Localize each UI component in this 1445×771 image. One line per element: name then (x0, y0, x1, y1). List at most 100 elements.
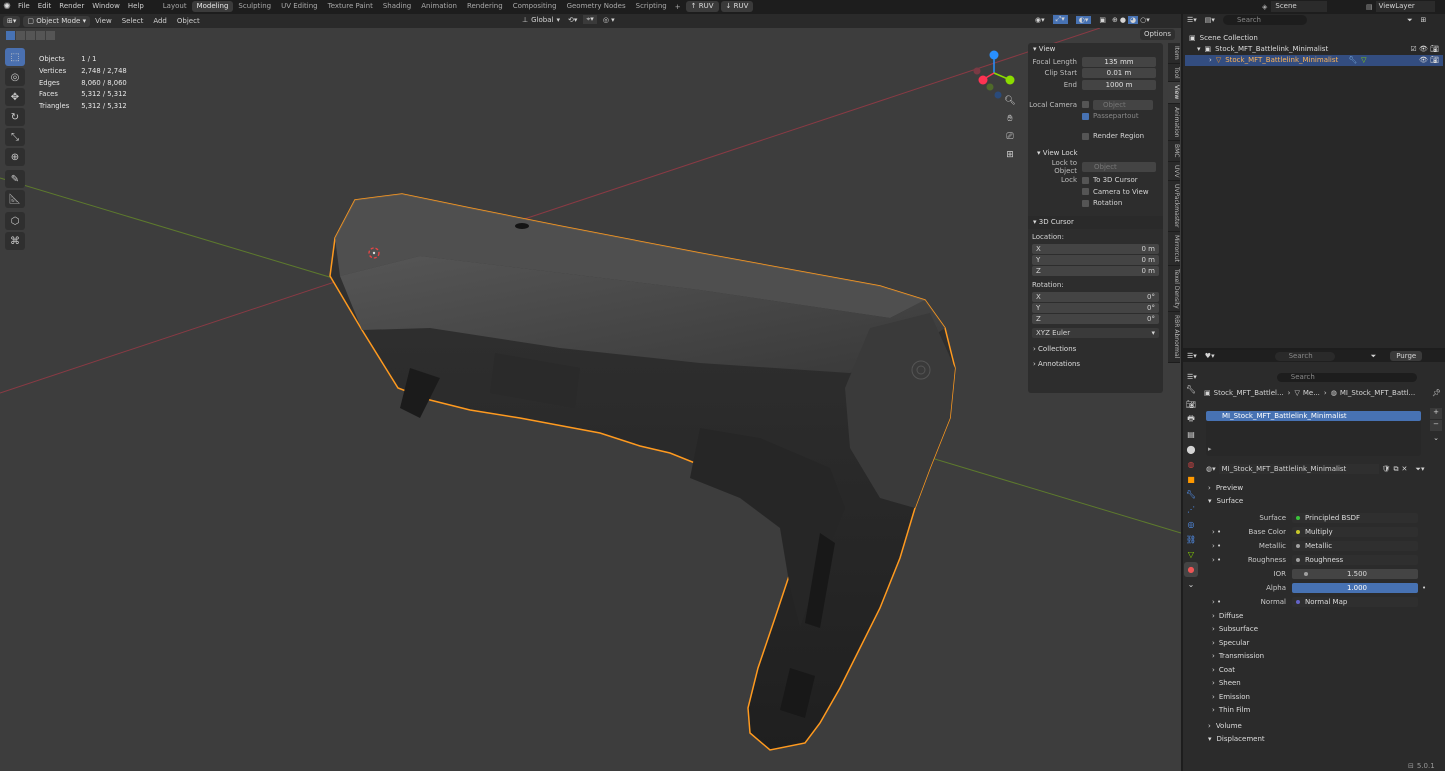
cursor-rot-z[interactable]: Z 0° (1032, 313, 1159, 324)
options-button[interactable]: Options (1140, 29, 1175, 40)
rendered-shading-icon[interactable]: ○▾ (1140, 16, 1150, 24)
view-layer-properties-icon[interactable]: ▤ (1184, 427, 1198, 442)
transform-tool-icon[interactable]: ⊕ (5, 148, 25, 166)
pin-icon[interactable]: 📌︎ (1432, 389, 1441, 397)
expand-icon[interactable]: › • (1212, 556, 1221, 564)
scene-properties-icon[interactable]: ⬤ (1184, 442, 1198, 457)
select-menu[interactable]: Select (117, 14, 149, 28)
tab-sculpting[interactable]: Sculpting (233, 1, 276, 12)
select-subtract-icon[interactable] (26, 31, 35, 40)
overlay-icon[interactable]: ◐▾ (1075, 15, 1092, 24)
visibility-icon[interactable]: ◉▾ (1035, 16, 1045, 24)
render-region-checkbox[interactable] (1082, 132, 1089, 140)
properties-editor-icon[interactable]: ☰▾ (1187, 352, 1197, 360)
material-slot-item[interactable]: MI_Stock_MFT_Battlelink_Minimalist (1206, 411, 1421, 421)
remove-slot-icon[interactable]: − (1430, 420, 1442, 431)
tab-view[interactable]: View (1168, 82, 1180, 104)
material-browse-icon[interactable]: ◍▾ (1206, 465, 1216, 473)
viewlayer-selector[interactable]: ▤ ViewLayer (1366, 1, 1435, 12)
lock-cursor-checkbox[interactable] (1082, 176, 1089, 184)
tab-scripting[interactable]: Scripting (631, 1, 672, 12)
tab-layout[interactable]: Layout (158, 1, 192, 12)
xray-icon[interactable]: ▣ (1099, 16, 1106, 24)
render-properties-icon[interactable]: 📷︎ (1184, 397, 1198, 412)
expand-icon[interactable]: ▾ (1197, 44, 1201, 55)
tab-compositing[interactable]: Compositing (508, 1, 562, 12)
tab-bmc[interactable]: BMC (1168, 141, 1180, 162)
select-intersect-icon[interactable] (46, 31, 55, 40)
expand-icon[interactable]: › • (1212, 598, 1221, 606)
preview-panel-header[interactable]: › Preview (1200, 481, 1445, 495)
menu-file[interactable]: File (14, 0, 34, 13)
scene-collection-row[interactable]: ▣ Scene Collection (1183, 33, 1445, 44)
displacement-panel-header[interactable]: ▾ Displacement (1200, 733, 1445, 747)
select-invert-icon[interactable] (36, 31, 45, 40)
tab-rbr-abnormal[interactable]: RBR Abnormal (1168, 312, 1180, 363)
more-tabs-icon[interactable]: ⌄ (1184, 577, 1198, 592)
fake-user-icon[interactable]: 🛡︎ (1382, 465, 1391, 473)
annotate-tool-icon[interactable]: ✎ (5, 170, 25, 188)
expand-icon[interactable]: › (1209, 55, 1212, 66)
add-menu[interactable]: Add (148, 14, 172, 28)
camera-to-view-checkbox[interactable] (1082, 188, 1089, 195)
tab-uvpackmaster[interactable]: UVPackmaster (1168, 181, 1180, 232)
lock-object-field[interactable]: Object (1082, 162, 1156, 172)
sheen-subpanel[interactable]: › Sheen (1200, 677, 1445, 691)
tab-mirrorcut[interactable]: Mirrorcut (1168, 231, 1180, 266)
thin-film-subpanel[interactable]: › Thin Film (1200, 704, 1445, 718)
modifier-properties-icon[interactable]: 🔧︎ (1184, 487, 1198, 502)
output-properties-icon[interactable]: 🖶︎ (1184, 412, 1198, 427)
constraints-properties-icon[interactable]: ⛓︎ (1184, 532, 1198, 547)
expand-icon[interactable]: › • (1212, 542, 1221, 550)
specular-subpanel[interactable]: › Specular (1200, 636, 1445, 650)
tab-uvv[interactable]: UVV (1168, 161, 1180, 182)
normal-field[interactable]: Normal Map (1292, 596, 1418, 607)
focal-length-field[interactable]: 135 mm (1082, 56, 1156, 67)
solid-shading-icon[interactable]: ● (1120, 16, 1126, 24)
add-cube-tool-icon[interactable]: ⬡ (5, 212, 25, 230)
tab-item[interactable]: Item (1168, 43, 1180, 64)
clip-end-field[interactable]: 1000 m (1082, 79, 1156, 90)
surface-panel-header[interactable]: ▾ Surface (1200, 495, 1445, 509)
object-menu[interactable]: Object (172, 14, 205, 28)
select-new-icon[interactable] (6, 31, 15, 40)
3d-viewport[interactable]: 🔍︎ ✋︎ ⎚ ⊞ Options (0, 28, 1181, 771)
3d-cursor-header[interactable]: ▾ 3D Cursor (1028, 215, 1163, 229)
menu-render[interactable]: Render (55, 0, 88, 13)
coat-subpanel[interactable]: › Coat (1200, 663, 1445, 677)
wireframe-shading-icon[interactable]: ⊕ (1112, 16, 1118, 24)
annotations-header[interactable]: › Annotations (1028, 358, 1163, 371)
purge-button[interactable]: Purge (1390, 351, 1423, 361)
object-properties-icon[interactable]: ■ (1184, 472, 1198, 487)
outliner-editor-icon[interactable]: ☰▾ (1187, 16, 1197, 24)
pivot-icon[interactable]: ⟲▾ (568, 16, 577, 24)
properties-editor-type-icon[interactable]: ☰▾ (1187, 373, 1197, 381)
volume-panel-header[interactable]: › Volume (1200, 719, 1445, 733)
cursor-rot-x[interactable]: X 0° (1032, 291, 1159, 302)
unlink-icon[interactable]: ✕ (1402, 465, 1408, 473)
cursor-loc-x[interactable]: X 0 m (1032, 243, 1159, 254)
particles-properties-icon[interactable]: ⋰ (1184, 502, 1198, 517)
grid-perspective-icon[interactable]: ⊞ (1002, 150, 1018, 168)
physics-properties-icon[interactable]: ◎ (1184, 517, 1198, 532)
lock-rotation-checkbox[interactable] (1082, 199, 1089, 207)
editor-type-icon[interactable]: ⊞▾ (3, 15, 21, 27)
clip-start-field[interactable]: 0.01 m (1082, 68, 1156, 78)
tab-animation-sidebar[interactable]: Animation (1168, 103, 1180, 142)
tab-tool[interactable]: Tool (1168, 63, 1180, 83)
duplicate-icon[interactable]: ⧉ (1394, 465, 1399, 474)
camera-view-icon[interactable]: ⎚ (1002, 132, 1018, 150)
blender-logo-icon[interactable]: ✺ (0, 2, 14, 12)
custom-tool-icon[interactable]: ⌘ (5, 232, 25, 250)
cursor-loc-y[interactable]: Y 0 m (1032, 254, 1159, 265)
slot-menu-icon[interactable]: ⌄ (1430, 434, 1442, 445)
data-properties-icon[interactable]: ▽ (1184, 547, 1198, 562)
ruv-up-button[interactable]: ↑ RUV (685, 1, 719, 12)
diffuse-subpanel[interactable]: › Diffuse (1200, 609, 1445, 623)
new-collection-icon[interactable]: ⊞ (1421, 16, 1427, 24)
expand-icon[interactable]: › • (1212, 528, 1221, 536)
display-mode-icon[interactable]: ♥▾ (1205, 352, 1215, 360)
rotate-tool-icon[interactable]: ↻ (5, 108, 25, 126)
view-panel-header[interactable]: ▾ View (1028, 43, 1163, 56)
mode-selector[interactable]: ▢ Object Mode ▾ (23, 15, 91, 27)
